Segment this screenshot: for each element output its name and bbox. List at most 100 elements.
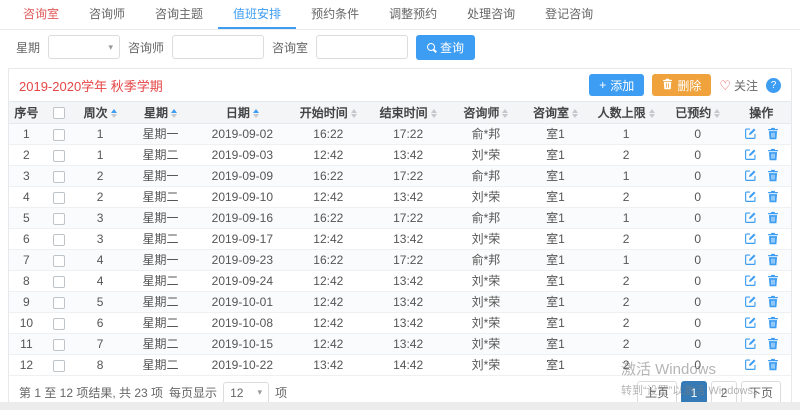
edit-icon[interactable] <box>744 295 757 310</box>
row-checkbox[interactable] <box>53 150 65 162</box>
delete-icon[interactable] <box>767 295 779 310</box>
chevron-down-icon: ▾ <box>108 42 113 53</box>
row-checkbox[interactable] <box>53 339 65 351</box>
pagination-page-1[interactable]: 1 <box>681 381 707 404</box>
cell-no: 6 <box>9 229 44 250</box>
delete-icon[interactable] <box>767 232 779 247</box>
delete-icon[interactable] <box>767 211 779 226</box>
tab-consult-topic[interactable]: 咨询主题 <box>140 0 218 29</box>
tab-consult-room[interactable]: 咨询室 <box>8 0 74 29</box>
pagination-page-2[interactable]: 2 <box>711 381 737 404</box>
bottom-strip <box>0 402 800 410</box>
sort-icon[interactable] <box>431 109 437 118</box>
column-header-room[interactable]: 咨询室 <box>523 102 589 124</box>
edit-icon[interactable] <box>744 190 757 205</box>
row-checkbox[interactable] <box>53 276 65 288</box>
cell-room: 室1 <box>523 187 589 208</box>
follow-button[interactable]: ♡ 关注 <box>719 77 758 94</box>
delete-icon[interactable] <box>767 274 779 289</box>
table-row: 128星期二2019-10-2213:4214:42刘*荣室120 <box>9 355 791 376</box>
column-header-end[interactable]: 结束时间 <box>367 102 449 124</box>
counselor-filter-input[interactable] <box>172 35 264 59</box>
delete-button[interactable]: 删除 <box>652 74 711 96</box>
per-page-select[interactable]: 12 ▾ <box>223 382 269 404</box>
table-row: 42星期二2019-09-1012:4213:42刘*荣室120 <box>9 187 791 208</box>
column-header-week[interactable]: 周次 <box>75 102 126 124</box>
column-header-date[interactable]: 日期 <box>195 102 289 124</box>
tab-appointment-conditions[interactable]: 预约条件 <box>296 0 374 29</box>
edit-icon[interactable] <box>744 274 757 289</box>
edit-icon[interactable] <box>744 232 757 247</box>
sort-icon[interactable] <box>351 109 357 118</box>
pagination-prev[interactable]: 上页 <box>637 381 677 404</box>
sort-icon[interactable] <box>502 109 508 118</box>
sort-icon[interactable] <box>714 109 720 118</box>
row-checkbox[interactable] <box>53 213 65 225</box>
cell-end-time: 14:42 <box>367 355 449 376</box>
delete-icon[interactable] <box>767 169 779 184</box>
row-checkbox[interactable] <box>53 192 65 204</box>
cell-select <box>44 145 75 166</box>
sort-icon[interactable] <box>111 109 117 118</box>
table-row: 95星期二2019-10-0112:4213:42刘*荣室120 <box>9 292 791 313</box>
cell-ops <box>732 355 791 376</box>
delete-icon[interactable] <box>767 253 779 268</box>
row-checkbox[interactable] <box>53 297 65 309</box>
edit-icon[interactable] <box>744 148 757 163</box>
delete-icon[interactable] <box>767 337 779 352</box>
edit-icon[interactable] <box>744 337 757 352</box>
week-filter-select[interactable]: ▾ <box>48 35 120 59</box>
tab-adjust-appointment[interactable]: 调整预约 <box>374 0 452 29</box>
row-checkbox[interactable] <box>53 318 65 330</box>
sort-icon[interactable] <box>649 109 655 118</box>
sort-icon[interactable] <box>171 109 177 118</box>
pagination-next[interactable]: 下页 <box>741 381 781 404</box>
tab-duty-schedule[interactable]: 值班安排 <box>218 0 296 29</box>
column-header-max[interactable]: 人数上限 <box>588 102 664 124</box>
edit-icon[interactable] <box>744 127 757 142</box>
sort-icon[interactable] <box>572 109 578 118</box>
add-button[interactable]: + 添加 <box>589 74 644 96</box>
table-row: 117星期二2019-10-1512:4213:42刘*荣室120 <box>9 334 791 355</box>
edit-icon[interactable] <box>744 211 757 226</box>
cell-end-time: 13:42 <box>367 187 449 208</box>
cell-booked: 0 <box>664 271 732 292</box>
search-button-label: 查询 <box>440 39 464 56</box>
delete-icon[interactable] <box>767 148 779 163</box>
tab-counselor[interactable]: 咨询师 <box>74 0 140 29</box>
cell-max: 1 <box>588 166 664 187</box>
delete-icon[interactable] <box>767 316 779 331</box>
search-button[interactable]: 查询 <box>416 35 475 60</box>
select-all-checkbox[interactable] <box>53 107 65 119</box>
edit-icon[interactable] <box>744 358 757 373</box>
panel-header: 2019-2020学年 秋季学期 + 添加 删除 ♡ 关注 ? <box>9 69 791 101</box>
row-checkbox[interactable] <box>53 360 65 372</box>
delete-icon[interactable] <box>767 127 779 142</box>
sort-icon[interactable] <box>253 109 259 118</box>
cell-day: 星期二 <box>126 313 196 334</box>
column-header-day[interactable]: 星期 <box>126 102 196 124</box>
cell-max: 2 <box>588 271 664 292</box>
column-header-start[interactable]: 开始时间 <box>289 102 367 124</box>
column-label: 日期 <box>226 106 250 120</box>
column-header-counselor[interactable]: 咨询师 <box>449 102 523 124</box>
row-checkbox[interactable] <box>53 129 65 141</box>
cell-end-time: 13:42 <box>367 229 449 250</box>
cell-no: 8 <box>9 271 44 292</box>
row-checkbox[interactable] <box>53 255 65 267</box>
tab-handle-consult[interactable]: 处理咨询 <box>452 0 530 29</box>
delete-icon[interactable] <box>767 190 779 205</box>
help-icon[interactable]: ? <box>766 78 781 93</box>
tab-register-consult[interactable]: 登记咨询 <box>530 0 608 29</box>
column-header-booked[interactable]: 已预约 <box>664 102 732 124</box>
cell-room: 室1 <box>523 229 589 250</box>
row-checkbox[interactable] <box>53 234 65 246</box>
room-filter-input[interactable] <box>316 35 408 59</box>
schedule-table: 序号周次星期日期开始时间结束时间咨询师咨询室人数上限已预约操作 11星期一201… <box>9 101 791 376</box>
cell-select <box>44 334 75 355</box>
row-checkbox[interactable] <box>53 171 65 183</box>
edit-icon[interactable] <box>744 253 757 268</box>
delete-icon[interactable] <box>767 358 779 373</box>
edit-icon[interactable] <box>744 169 757 184</box>
edit-icon[interactable] <box>744 316 757 331</box>
